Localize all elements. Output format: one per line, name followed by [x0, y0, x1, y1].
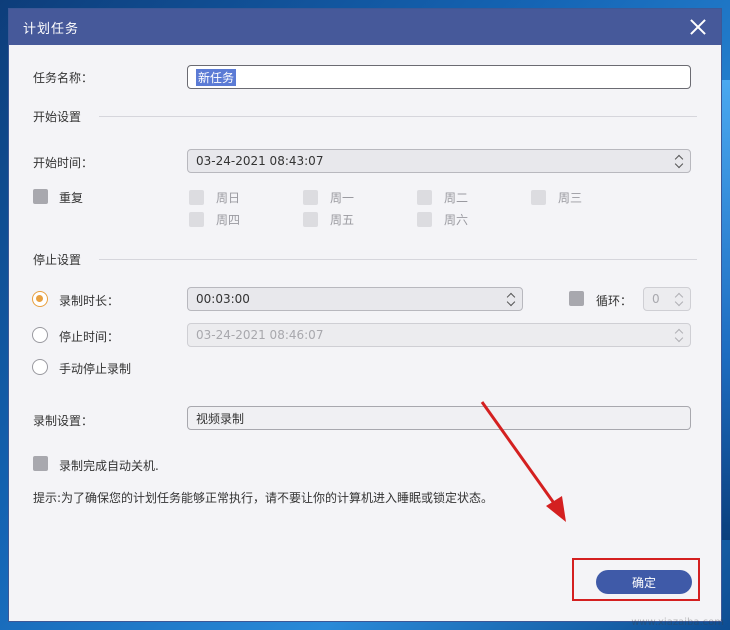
- stop-time-label: 停止时间：: [59, 330, 120, 344]
- spin-arrows-icon[interactable]: [674, 290, 684, 308]
- start-time-value: 03-24-2021 08:43:07: [196, 154, 324, 168]
- day-sunday[interactable]: 周日: [189, 189, 240, 206]
- start-section-header: 开始设置: [33, 108, 697, 125]
- spin-arrows-icon[interactable]: [506, 290, 516, 308]
- manual-stop-radio[interactable]: [32, 359, 48, 375]
- day-checkbox[interactable]: [417, 212, 432, 227]
- day-thursday[interactable]: 周四: [189, 211, 240, 228]
- task-name-input[interactable]: 新任务: [187, 65, 691, 89]
- day-label: 周二: [444, 191, 469, 205]
- stop-time-spinbox[interactable]: 03-24-2021 08:46:07: [187, 323, 691, 347]
- stop-time-radio[interactable]: [32, 327, 48, 343]
- day-label: 周一: [330, 191, 355, 205]
- day-friday[interactable]: 周五: [303, 211, 354, 228]
- day-saturday[interactable]: 周六: [417, 211, 468, 228]
- day-checkbox[interactable]: [303, 190, 318, 205]
- day-label: 周日: [216, 191, 241, 205]
- stop-time-value: 03-24-2021 08:46:07: [196, 328, 324, 342]
- task-name-value: 新任务: [196, 68, 237, 86]
- stop-section-header: 停止设置: [33, 251, 697, 268]
- day-checkbox[interactable]: [189, 212, 204, 227]
- day-checkbox[interactable]: [531, 190, 546, 205]
- day-checkbox[interactable]: [189, 190, 204, 205]
- loop-spinbox[interactable]: 0: [643, 287, 691, 311]
- day-label: 周三: [558, 191, 583, 205]
- manual-stop-label: 手动停止录制: [59, 362, 132, 376]
- record-settings-field[interactable]: 视频录制: [187, 406, 691, 430]
- start-section-title: 开始设置: [33, 110, 82, 124]
- task-name-label: 任务名称：: [33, 71, 94, 85]
- tip-text: 提示:为了确保您的计划任务能够正常执行，请不要让你的计算机进入睡眠或锁定状态。: [33, 491, 494, 505]
- record-settings-value: 视频录制: [196, 411, 245, 426]
- repeat-checkbox[interactable]: [33, 189, 48, 204]
- day-label: 周四: [216, 213, 241, 227]
- divider: [99, 259, 697, 260]
- loop-value: 0: [652, 292, 660, 306]
- auto-shutdown-label: 录制完成自动关机.: [59, 459, 159, 473]
- ok-button[interactable]: 确定: [596, 570, 692, 594]
- start-time-spinbox[interactable]: 03-24-2021 08:43:07: [187, 149, 691, 173]
- start-time-label: 开始时间：: [33, 156, 94, 170]
- day-monday[interactable]: 周一: [303, 189, 354, 206]
- spin-arrows-icon[interactable]: [674, 152, 684, 170]
- day-label: 周六: [444, 213, 469, 227]
- watermark: www.xiazaiba.com: [631, 617, 724, 628]
- day-checkbox[interactable]: [417, 190, 432, 205]
- record-duration-value: 00:03:00: [196, 292, 250, 306]
- spin-arrows-icon[interactable]: [674, 326, 684, 344]
- close-icon[interactable]: [687, 16, 709, 38]
- ok-button-highlight: 确定: [572, 558, 700, 601]
- day-wednesday[interactable]: 周三: [531, 189, 582, 206]
- record-settings-label: 录制设置：: [33, 414, 94, 428]
- schedule-task-dialog: 计划任务 任务名称： 新任务 开始设置 开始时间： 03-24-2021 08:…: [8, 8, 722, 622]
- repeat-label: 重复: [59, 191, 84, 205]
- day-label: 周五: [330, 213, 355, 227]
- record-duration-spinbox[interactable]: 00:03:00: [187, 287, 523, 311]
- dialog-title: 计划任务: [23, 21, 80, 37]
- record-duration-label: 录制时长：: [59, 294, 120, 308]
- auto-shutdown-checkbox[interactable]: [33, 456, 48, 471]
- dialog-titlebar: 计划任务: [9, 9, 721, 45]
- day-tuesday[interactable]: 周二: [417, 189, 468, 206]
- day-checkbox[interactable]: [303, 212, 318, 227]
- stop-section-title: 停止设置: [33, 253, 82, 267]
- record-duration-radio[interactable]: [32, 291, 48, 307]
- loop-label: 循环：: [596, 294, 633, 308]
- divider: [99, 116, 697, 117]
- loop-checkbox[interactable]: [569, 291, 584, 306]
